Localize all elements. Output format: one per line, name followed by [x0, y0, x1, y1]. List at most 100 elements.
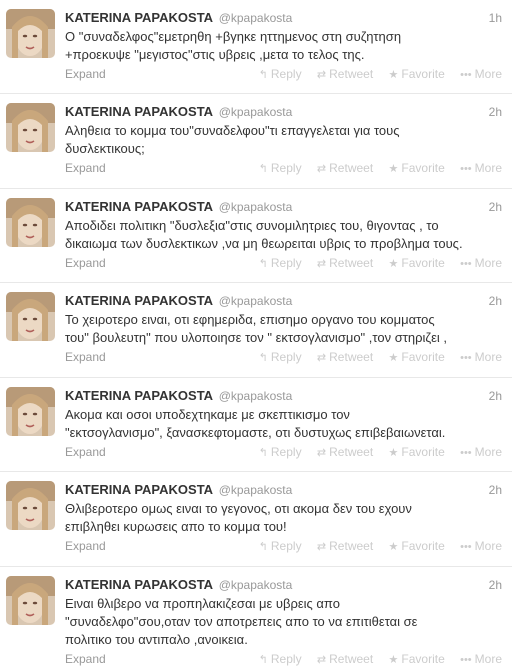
tweet-text-line: +προεκυψε "μεγιστος"στις υβρεις ,μετα το…: [65, 47, 365, 62]
more-button[interactable]: ••• More: [460, 349, 502, 366]
tweet-text-line: Ο "συναδελφος"εμετρηθη +βγηκε ηττημενος …: [65, 29, 402, 44]
tweet[interactable]: KATERINA PAPAKOSTA @kpapakosta 2h Ακομα …: [0, 378, 512, 472]
avatar[interactable]: [6, 292, 55, 341]
author-username[interactable]: @kpapakosta: [219, 200, 293, 214]
avatar[interactable]: [6, 9, 55, 58]
reply-button[interactable]: ↰ Reply: [259, 66, 302, 83]
reply-button[interactable]: ↰ Reply: [259, 160, 302, 177]
expand-link[interactable]: Expand: [65, 538, 106, 554]
tweet[interactable]: KATERINA PAPAKOSTA @kpapakosta 2h Αληθει…: [0, 94, 512, 189]
more-button[interactable]: ••• More: [460, 66, 502, 83]
reply-button[interactable]: ↰ Reply: [259, 349, 302, 366]
more-label: More: [474, 256, 502, 270]
retweet-icon: ⇄: [316, 352, 327, 364]
tweet-timestamp[interactable]: 2h: [489, 292, 502, 310]
tweet-actions: Expand ↰ Reply ⇄ Retweet ★ Favorite ••• More: [65, 160, 502, 176]
reply-icon: ↰: [258, 69, 268, 81]
tweet-text-line: Θλιβεροτερο ομως ειναι το γεγονος, οτι α…: [65, 501, 412, 516]
more-label: More: [474, 350, 502, 364]
tweet-text-line: του" βουλευτη" που υλοποιησε τον " εκτσο…: [65, 330, 448, 345]
author-fullname[interactable]: KATERINA PAPAKOSTA: [65, 482, 213, 497]
tweet-actions: Expand ↰ Reply ⇄ Retweet ★ Favorite ••• More: [65, 349, 502, 365]
retweet-button[interactable]: ⇄ Retweet: [317, 538, 373, 555]
tweet-text: Το χειροτερο ειναι, οτι εφημεριδα, επιση…: [65, 311, 505, 347]
more-button[interactable]: ••• More: [460, 651, 502, 668]
tweet-timestamp[interactable]: 2h: [489, 387, 502, 405]
reply-button[interactable]: ↰ Reply: [259, 651, 302, 668]
favorite-button[interactable]: ★ Favorite: [389, 160, 445, 177]
tweet[interactable]: KATERINA PAPAKOSTA @kpapakosta 1h Ο "συν…: [0, 0, 512, 94]
tweet-timestamp[interactable]: 2h: [489, 576, 502, 594]
more-button[interactable]: ••• More: [460, 255, 502, 272]
more-dots-icon: •••: [460, 541, 472, 553]
reply-button[interactable]: ↰ Reply: [259, 538, 302, 555]
more-button[interactable]: ••• More: [460, 160, 502, 177]
retweet-button[interactable]: ⇄ Retweet: [317, 255, 373, 272]
author-username[interactable]: @kpapakosta: [219, 483, 293, 497]
author-fullname[interactable]: KATERINA PAPAKOSTA: [65, 293, 213, 308]
more-button[interactable]: ••• More: [460, 444, 502, 461]
retweet-button[interactable]: ⇄ Retweet: [317, 349, 373, 366]
tweet-timestamp[interactable]: 2h: [489, 103, 502, 121]
tweet-text-line: δικαιωμα των δυσλεκτικων ,να μη θεωρειτα…: [65, 236, 463, 251]
retweet-button[interactable]: ⇄ Retweet: [317, 651, 373, 668]
tweet-text-line: Το χειροτερο ειναι, οτι εφημεριδα, επιση…: [65, 312, 435, 327]
favorite-button[interactable]: ★ Favorite: [389, 349, 445, 366]
retweet-button[interactable]: ⇄ Retweet: [317, 66, 373, 83]
author-username[interactable]: @kpapakosta: [219, 578, 293, 592]
tweet-timestamp[interactable]: 2h: [489, 198, 502, 216]
tweet[interactable]: KATERINA PAPAKOSTA @kpapakosta 2h Το χει…: [0, 283, 512, 378]
tweet[interactable]: KATERINA PAPAKOSTA @kpapakosta 2h Θλιβερ…: [0, 472, 512, 567]
tweet-timestamp[interactable]: 1h: [489, 9, 502, 27]
more-label: More: [474, 539, 502, 553]
reply-icon: ↰: [258, 541, 268, 553]
favorite-button[interactable]: ★ Favorite: [389, 651, 445, 668]
favorite-button[interactable]: ★ Favorite: [389, 255, 445, 272]
tweet-text-line: "εκτσογλανισμο", ξανασκεφτομαστε, οτι δυ…: [65, 425, 446, 440]
retweet-icon: ⇄: [316, 541, 327, 553]
author-fullname[interactable]: KATERINA PAPAKOSTA: [65, 199, 213, 214]
avatar[interactable]: [6, 198, 55, 247]
tweet-header: KATERINA PAPAKOSTA @kpapakosta 2h: [65, 387, 502, 405]
tweet[interactable]: KATERINA PAPAKOSTA @kpapakosta 2h Ειναι …: [0, 567, 512, 672]
expand-link[interactable]: Expand: [65, 160, 106, 176]
retweet-button[interactable]: ⇄ Retweet: [317, 160, 373, 177]
author-fullname[interactable]: KATERINA PAPAKOSTA: [65, 388, 213, 403]
author-username[interactable]: @kpapakosta: [219, 389, 293, 403]
author-username[interactable]: @kpapakosta: [219, 294, 293, 308]
reply-button[interactable]: ↰ Reply: [259, 255, 302, 272]
more-label: More: [474, 652, 502, 666]
retweet-label: Retweet: [329, 539, 374, 553]
expand-link[interactable]: Expand: [65, 349, 106, 365]
expand-link[interactable]: Expand: [65, 255, 106, 271]
retweet-button[interactable]: ⇄ Retweet: [317, 444, 373, 461]
favorite-label: Favorite: [401, 652, 445, 666]
author-fullname[interactable]: KATERINA PAPAKOSTA: [65, 104, 213, 119]
more-label: More: [474, 161, 502, 175]
author-username[interactable]: @kpapakosta: [219, 11, 293, 25]
avatar[interactable]: [6, 103, 55, 152]
favorite-button[interactable]: ★ Favorite: [389, 444, 445, 461]
expand-link[interactable]: Expand: [65, 66, 106, 82]
favorite-label: Favorite: [401, 539, 445, 553]
author-fullname[interactable]: KATERINA PAPAKOSTA: [65, 10, 213, 25]
favorite-button[interactable]: ★ Favorite: [389, 538, 445, 555]
more-label: More: [474, 67, 502, 81]
tweet[interactable]: KATERINA PAPAKOSTA @kpapakosta 2h Αποδιδ…: [0, 189, 512, 283]
author-username[interactable]: @kpapakosta: [219, 105, 293, 119]
reply-button[interactable]: ↰ Reply: [259, 444, 302, 461]
avatar[interactable]: [6, 481, 55, 530]
reply-label: Reply: [270, 161, 302, 175]
author-fullname[interactable]: KATERINA PAPAKOSTA: [65, 577, 213, 592]
retweet-label: Retweet: [329, 161, 374, 175]
tweet-timestamp[interactable]: 2h: [489, 481, 502, 499]
avatar[interactable]: [6, 576, 55, 625]
retweet-label: Retweet: [329, 350, 374, 364]
more-button[interactable]: ••• More: [460, 538, 502, 555]
favorite-label: Favorite: [401, 445, 445, 459]
favorite-button[interactable]: ★ Favorite: [389, 66, 445, 83]
reply-label: Reply: [270, 539, 302, 553]
expand-link[interactable]: Expand: [65, 444, 106, 460]
avatar[interactable]: [6, 387, 55, 436]
expand-link[interactable]: Expand: [65, 651, 106, 667]
